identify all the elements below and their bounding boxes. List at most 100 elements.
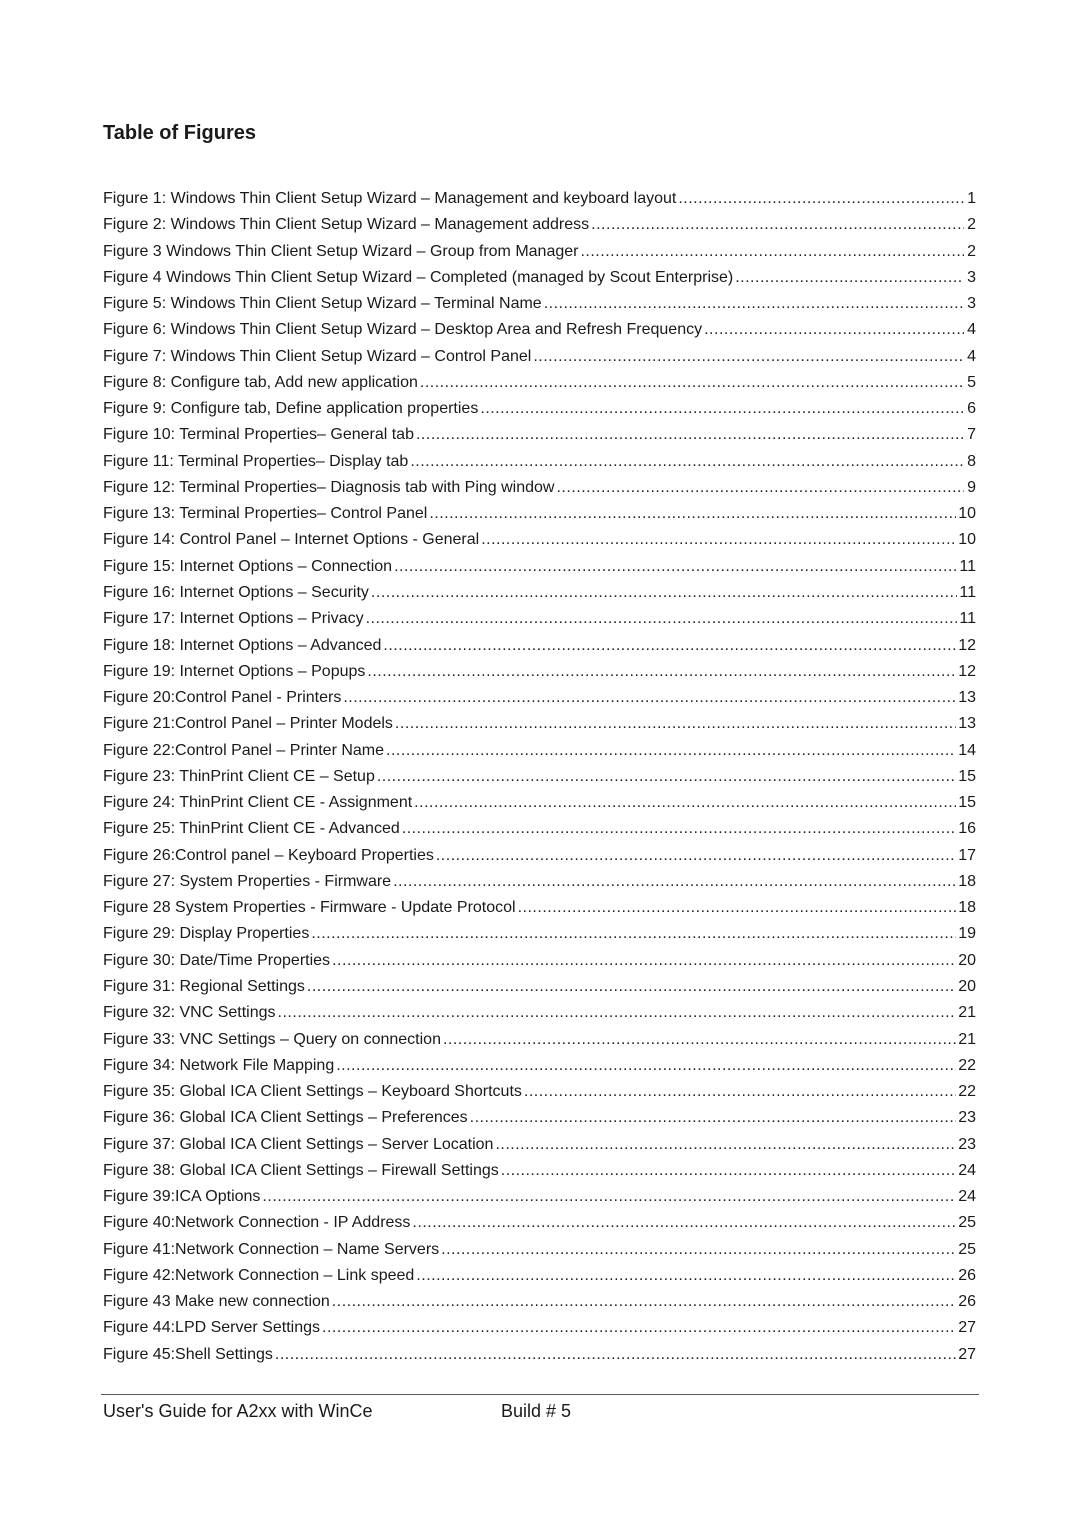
toc-entry-label[interactable]: Figure 32: VNC Settings: [103, 1001, 276, 1025]
toc-entry[interactable]: Figure 9: Configure tab, Define applicat…: [103, 397, 976, 423]
toc-entry-page-number[interactable]: 6: [966, 397, 976, 421]
toc-entry[interactable]: Figure 25: ThinPrint Client CE - Advance…: [103, 817, 976, 843]
toc-entry[interactable]: Figure 13: Terminal Properties– Control …: [103, 502, 976, 528]
toc-entry-label[interactable]: Figure 5: Windows Thin Client Setup Wiza…: [103, 292, 542, 316]
toc-entry[interactable]: Figure 21:Control Panel – Printer Models…: [103, 712, 976, 738]
toc-entry-label[interactable]: Figure 13: Terminal Properties– Control …: [103, 502, 427, 526]
toc-entry[interactable]: Figure 40:Network Connection - IP Addres…: [103, 1211, 976, 1237]
toc-entry[interactable]: Figure 39:ICA Options 24: [103, 1185, 976, 1211]
toc-entry-page-number[interactable]: 16: [958, 817, 976, 841]
toc-entry-page-number[interactable]: 20: [958, 949, 976, 973]
toc-entry-page-number[interactable]: 7: [966, 423, 976, 447]
toc-entry-label[interactable]: Figure 28 System Properties - Firmware -…: [103, 896, 516, 920]
toc-entry-page-number[interactable]: 25: [958, 1238, 976, 1262]
toc-entry-page-number[interactable]: 24: [958, 1159, 976, 1183]
toc-entry-label[interactable]: Figure 4 Windows Thin Client Setup Wizar…: [103, 266, 733, 290]
toc-entry[interactable]: Figure 2: Windows Thin Client Setup Wiza…: [103, 213, 976, 239]
toc-entry[interactable]: Figure 18: Internet Options – Advanced 12: [103, 634, 976, 660]
toc-entry-label[interactable]: Figure 16: Internet Options – Security: [103, 581, 369, 605]
toc-entry-label[interactable]: Figure 40:Network Connection - IP Addres…: [103, 1211, 410, 1235]
toc-entry-label[interactable]: Figure 22:Control Panel – Printer Name: [103, 739, 384, 763]
toc-entry[interactable]: Figure 3 Windows Thin Client Setup Wizar…: [103, 240, 976, 266]
toc-entry-page-number[interactable]: 3: [966, 266, 976, 290]
toc-entry-page-number[interactable]: 2: [966, 240, 976, 264]
toc-entry[interactable]: Figure 31: Regional Settings 20: [103, 975, 976, 1001]
toc-entry-label[interactable]: Figure 41:Network Connection – Name Serv…: [103, 1238, 439, 1262]
toc-entry[interactable]: Figure 41:Network Connection – Name Serv…: [103, 1238, 976, 1264]
toc-entry-label[interactable]: Figure 30: Date/Time Properties: [103, 949, 330, 973]
toc-entry-page-number[interactable]: 21: [958, 1001, 976, 1025]
toc-entry[interactable]: Figure 4 Windows Thin Client Setup Wizar…: [103, 266, 976, 292]
toc-entry[interactable]: Figure 35: Global ICA Client Settings – …: [103, 1080, 976, 1106]
toc-entry-page-number[interactable]: 27: [958, 1343, 976, 1367]
toc-entry-page-number[interactable]: 4: [966, 318, 976, 342]
toc-entry-label[interactable]: Figure 24: ThinPrint Client CE - Assignm…: [103, 791, 412, 815]
toc-entry-label[interactable]: Figure 31: Regional Settings: [103, 975, 305, 999]
toc-entry[interactable]: Figure 10: Terminal Properties– General …: [103, 423, 976, 449]
toc-entry-label[interactable]: Figure 15: Internet Options – Connection: [103, 555, 392, 579]
toc-entry[interactable]: Figure 16: Internet Options – Security 11: [103, 581, 976, 607]
toc-entry-label[interactable]: Figure 3 Windows Thin Client Setup Wizar…: [103, 240, 578, 264]
toc-entry-page-number[interactable]: 12: [958, 634, 976, 658]
toc-entry[interactable]: Figure 32: VNC Settings 21: [103, 1001, 976, 1027]
toc-entry[interactable]: Figure 23: ThinPrint Client CE – Setup 15: [103, 765, 976, 791]
toc-entry[interactable]: Figure 14: Control Panel – Internet Opti…: [103, 528, 976, 554]
toc-entry-page-number[interactable]: 11: [959, 607, 976, 631]
toc-entry[interactable]: Figure 38: Global ICA Client Settings – …: [103, 1159, 976, 1185]
toc-entry[interactable]: Figure 30: Date/Time Properties 20: [103, 949, 976, 975]
toc-entry[interactable]: Figure 1: Windows Thin Client Setup Wiza…: [103, 187, 976, 213]
toc-entry-label[interactable]: Figure 12: Terminal Properties– Diagnosi…: [103, 476, 554, 500]
toc-entry-label[interactable]: Figure 23: ThinPrint Client CE – Setup: [103, 765, 375, 789]
toc-entry-label[interactable]: Figure 29: Display Properties: [103, 922, 309, 946]
toc-entry-page-number[interactable]: 23: [958, 1106, 976, 1130]
toc-entry-label[interactable]: Figure 1: Windows Thin Client Setup Wiza…: [103, 187, 676, 211]
toc-entry-label[interactable]: Figure 11: Terminal Properties– Display …: [103, 450, 408, 474]
toc-entry-label[interactable]: Figure 45:Shell Settings: [103, 1343, 273, 1367]
toc-entry[interactable]: Figure 6: Windows Thin Client Setup Wiza…: [103, 318, 976, 344]
toc-entry[interactable]: Figure 29: Display Properties 19: [103, 922, 976, 948]
toc-entry-label[interactable]: Figure 36: Global ICA Client Settings – …: [103, 1106, 468, 1130]
toc-entry-page-number[interactable]: 4: [966, 345, 976, 369]
toc-entry-page-number[interactable]: 9: [966, 476, 976, 500]
toc-entry-page-number[interactable]: 1: [966, 187, 976, 211]
toc-entry[interactable]: Figure 24: ThinPrint Client CE - Assignm…: [103, 791, 976, 817]
toc-entry[interactable]: Figure 15: Internet Options – Connection…: [103, 555, 976, 581]
toc-entry[interactable]: Figure 12: Terminal Properties– Diagnosi…: [103, 476, 976, 502]
toc-entry[interactable]: Figure 26:Control panel – Keyboard Prope…: [103, 844, 976, 870]
toc-entry-page-number[interactable]: 15: [958, 791, 976, 815]
toc-entry-label[interactable]: Figure 35: Global ICA Client Settings – …: [103, 1080, 522, 1104]
toc-entry-label[interactable]: Figure 27: System Properties - Firmware: [103, 870, 391, 894]
toc-entry-page-number[interactable]: 10: [958, 528, 976, 552]
toc-entry[interactable]: Figure 20:Control Panel - Printers 13: [103, 686, 976, 712]
toc-entry-page-number[interactable]: 21: [958, 1028, 976, 1052]
toc-entry-page-number[interactable]: 10: [958, 502, 976, 526]
toc-entry-page-number[interactable]: 18: [958, 896, 976, 920]
toc-entry-page-number[interactable]: 13: [958, 686, 976, 710]
toc-entry-page-number[interactable]: 2: [966, 213, 976, 237]
toc-entry-label[interactable]: Figure 6: Windows Thin Client Setup Wiza…: [103, 318, 702, 342]
toc-entry[interactable]: Figure 5: Windows Thin Client Setup Wiza…: [103, 292, 976, 318]
toc-entry-label[interactable]: Figure 33: VNC Settings – Query on conne…: [103, 1028, 441, 1052]
toc-entry-label[interactable]: Figure 34: Network File Mapping: [103, 1054, 334, 1078]
toc-entry[interactable]: Figure 11: Terminal Properties– Display …: [103, 450, 976, 476]
toc-entry-label[interactable]: Figure 2: Windows Thin Client Setup Wiza…: [103, 213, 589, 237]
toc-entry-page-number[interactable]: 5: [966, 371, 976, 395]
toc-entry-label[interactable]: Figure 8: Configure tab, Add new applica…: [103, 371, 418, 395]
toc-entry-label[interactable]: Figure 17: Internet Options – Privacy: [103, 607, 364, 631]
toc-entry[interactable]: Figure 37: Global ICA Client Settings – …: [103, 1133, 976, 1159]
toc-entry-page-number[interactable]: 13: [958, 712, 976, 736]
toc-entry-page-number[interactable]: 11: [959, 555, 976, 579]
toc-entry-page-number[interactable]: 8: [966, 450, 976, 474]
toc-entry-page-number[interactable]: 26: [958, 1264, 976, 1288]
toc-entry-label[interactable]: Figure 20:Control Panel - Printers: [103, 686, 341, 710]
toc-entry-label[interactable]: Figure 39:ICA Options: [103, 1185, 260, 1209]
toc-entry-label[interactable]: Figure 18: Internet Options – Advanced: [103, 634, 381, 658]
toc-entry-label[interactable]: Figure 14: Control Panel – Internet Opti…: [103, 528, 479, 552]
toc-entry-page-number[interactable]: 12: [958, 660, 976, 684]
toc-entry[interactable]: Figure 45:Shell Settings 27: [103, 1343, 976, 1369]
toc-entry[interactable]: Figure 17: Internet Options – Privacy 11: [103, 607, 976, 633]
toc-entry-page-number[interactable]: 22: [958, 1080, 976, 1104]
toc-entry[interactable]: Figure 7: Windows Thin Client Setup Wiza…: [103, 345, 976, 371]
toc-entry[interactable]: Figure 8: Configure tab, Add new applica…: [103, 371, 976, 397]
toc-entry[interactable]: Figure 44:LPD Server Settings 27: [103, 1316, 976, 1342]
